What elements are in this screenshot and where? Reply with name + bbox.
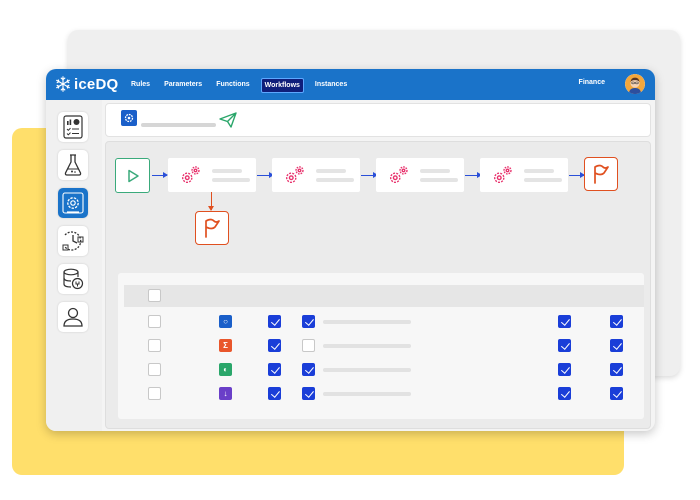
row-name-placeholder xyxy=(323,392,411,396)
row-select-checkbox[interactable] xyxy=(148,363,161,376)
check-rule-icon: ○ xyxy=(219,315,232,328)
gears-icon xyxy=(493,166,512,184)
workflow-end-node-success[interactable] xyxy=(584,157,618,191)
row-option-checkbox[interactable] xyxy=(302,387,315,400)
nav-rules[interactable]: Rules xyxy=(128,78,153,93)
database-connection-icon xyxy=(63,268,84,290)
schedule-timer-icon xyxy=(62,231,84,251)
user-avatar[interactable] xyxy=(625,74,645,94)
flask-icon xyxy=(64,154,82,176)
row-option-checkbox[interactable] xyxy=(558,315,571,328)
workflow-header-panel xyxy=(105,103,651,137)
sidebar-item-tests[interactable] xyxy=(58,150,88,180)
sidebar xyxy=(46,100,102,431)
row-option-checkbox[interactable] xyxy=(302,339,315,352)
workflow-canvas-panel: ○ Σ ◐ ↓ xyxy=(105,141,651,429)
sidebar-item-scheduler[interactable] xyxy=(58,226,88,256)
nav-workflows[interactable]: Workflows xyxy=(260,78,304,93)
app-window: iceDQ Rules Parameters Functions Workflo… xyxy=(46,69,655,431)
task-detail-line xyxy=(316,178,354,182)
workspace-selector[interactable]: Finance xyxy=(579,79,605,86)
task-detail-line xyxy=(212,178,250,182)
dashboard-checklist-icon xyxy=(63,115,83,139)
connector-arrow xyxy=(569,172,585,178)
task-label-line xyxy=(524,169,554,173)
workflow-task-node-3[interactable] xyxy=(376,158,464,192)
play-icon xyxy=(127,169,139,182)
table-header-row xyxy=(124,285,644,307)
workflow-gear-icon xyxy=(62,192,84,214)
download-rule-icon: ↓ xyxy=(219,387,232,400)
nav-functions[interactable]: Functions xyxy=(213,78,252,93)
row-option-checkbox[interactable] xyxy=(268,315,281,328)
reconciliation-rule-icon: ◐ xyxy=(219,363,232,376)
nav-instances[interactable]: Instances xyxy=(312,78,350,93)
row-select-checkbox[interactable] xyxy=(148,387,161,400)
top-navigation-bar: iceDQ Rules Parameters Functions Workflo… xyxy=(46,69,655,100)
app-logo[interactable]: iceDQ xyxy=(54,75,118,93)
row-option-checkbox[interactable] xyxy=(302,315,315,328)
task-label-line xyxy=(212,169,242,173)
row-option-checkbox[interactable] xyxy=(610,387,623,400)
task-detail-line xyxy=(524,178,562,182)
gears-icon xyxy=(285,166,304,184)
task-label-line xyxy=(316,169,346,173)
sidebar-item-connections[interactable] xyxy=(58,264,88,294)
row-name-placeholder xyxy=(323,320,411,324)
workflow-badge-icon xyxy=(124,113,134,123)
select-all-checkbox[interactable] xyxy=(148,289,161,302)
flag-icon xyxy=(205,218,220,238)
row-option-checkbox[interactable] xyxy=(268,339,281,352)
send-icon[interactable] xyxy=(219,112,237,128)
connector-arrow xyxy=(465,172,482,178)
row-name-placeholder xyxy=(323,368,411,372)
sum-rule-icon: Σ xyxy=(219,339,232,352)
workflow-task-node-4[interactable] xyxy=(480,158,568,192)
workflow-task-node-2[interactable] xyxy=(272,158,360,192)
row-name-placeholder xyxy=(323,344,411,348)
task-detail-line xyxy=(420,178,458,182)
row-option-checkbox[interactable] xyxy=(268,363,281,376)
flag-icon xyxy=(594,164,609,184)
row-option-checkbox[interactable] xyxy=(610,315,623,328)
ice-crystal-logo-icon xyxy=(56,76,70,92)
nav-parameters[interactable]: Parameters xyxy=(161,78,205,93)
row-option-checkbox[interactable] xyxy=(302,363,315,376)
task-label-line xyxy=(420,169,450,173)
workflow-task-node-1[interactable] xyxy=(168,158,256,192)
connector-arrow xyxy=(257,172,274,178)
sidebar-item-users[interactable] xyxy=(58,302,88,332)
row-option-checkbox[interactable] xyxy=(268,387,281,400)
sidebar-item-workflows[interactable] xyxy=(58,188,88,218)
workflow-name-placeholder xyxy=(141,123,216,127)
row-option-checkbox[interactable] xyxy=(558,363,571,376)
user-avatar-icon xyxy=(625,74,645,94)
connector-arrow xyxy=(152,172,168,178)
user-icon xyxy=(63,307,83,327)
row-option-checkbox[interactable] xyxy=(558,387,571,400)
rules-table: ○ Σ ◐ ↓ xyxy=(118,273,644,419)
workflow-icon[interactable] xyxy=(121,110,137,126)
gears-icon xyxy=(389,166,408,184)
sidebar-item-dashboard[interactable] xyxy=(58,112,88,142)
gears-icon xyxy=(181,166,200,184)
row-select-checkbox[interactable] xyxy=(148,315,161,328)
workflow-start-node[interactable] xyxy=(115,158,150,193)
row-select-checkbox[interactable] xyxy=(148,339,161,352)
workflow-end-node-failure[interactable] xyxy=(195,211,229,245)
row-option-checkbox[interactable] xyxy=(610,339,623,352)
main-nav: Rules Parameters Functions Workflows Ins… xyxy=(128,78,350,93)
row-option-checkbox[interactable] xyxy=(610,363,623,376)
branch-connector-arrow xyxy=(208,192,214,211)
row-option-checkbox[interactable] xyxy=(558,339,571,352)
connector-arrow xyxy=(361,172,378,178)
logo-text: iceDQ xyxy=(74,75,119,93)
